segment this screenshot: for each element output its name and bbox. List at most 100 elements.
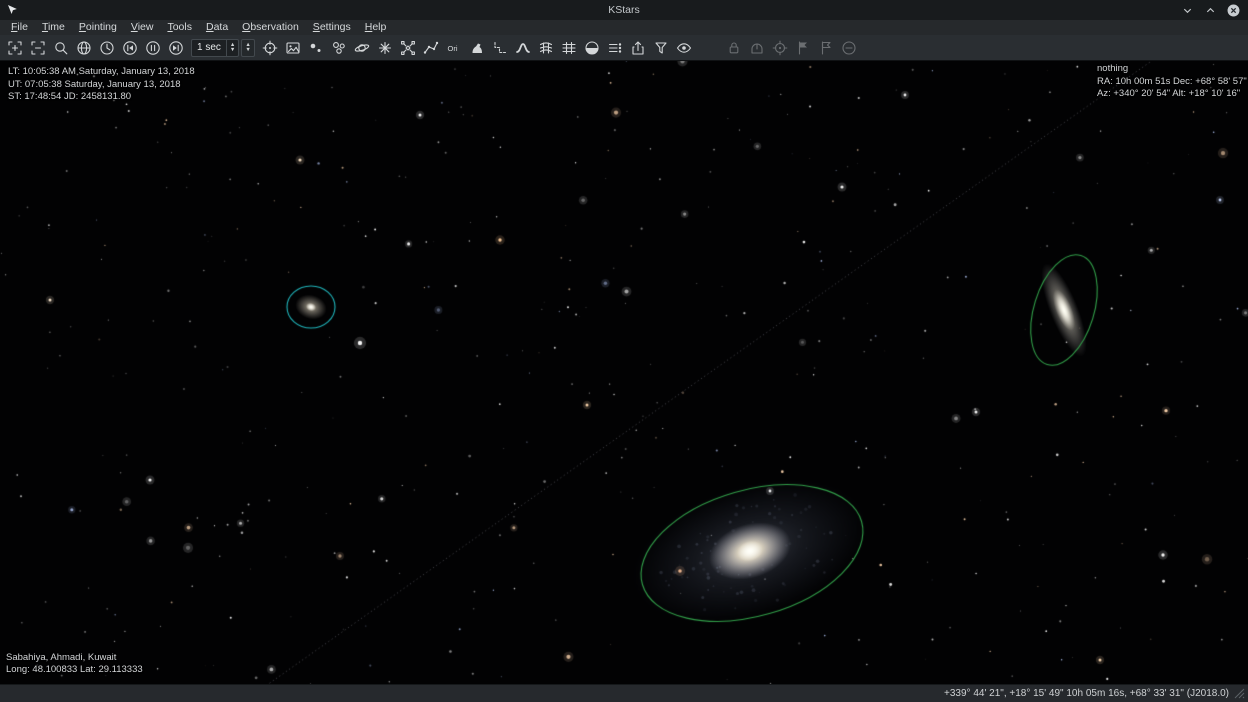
telescope-lock-button[interactable] xyxy=(723,37,745,59)
dome-icon xyxy=(749,40,765,56)
sky-map-canvas[interactable] xyxy=(0,61,1248,684)
zoom-in-icon xyxy=(7,40,23,56)
interesting-icon xyxy=(607,40,623,56)
stars-icon xyxy=(308,40,324,56)
menu-data[interactable]: Data xyxy=(199,20,235,35)
dome-control-button[interactable] xyxy=(746,37,768,59)
menu-view[interactable]: View xyxy=(124,20,161,35)
observation-planner-button[interactable] xyxy=(650,37,672,59)
timestep-unit-spin-buttons[interactable]: ▲▼ xyxy=(241,39,254,57)
minimize-button[interactable] xyxy=(1180,3,1194,17)
const-names-icon: Ori xyxy=(446,40,462,56)
menu-tools[interactable]: Tools xyxy=(160,20,199,35)
focus-object-name: nothing xyxy=(1097,63,1247,76)
toggle-stars-button[interactable] xyxy=(305,37,327,59)
hor-grid-icon xyxy=(561,40,577,56)
flag2-icon xyxy=(818,40,834,56)
toggle-constellation-lines-button[interactable] xyxy=(420,37,442,59)
maximize-button[interactable] xyxy=(1203,3,1217,17)
window-title: KStars xyxy=(0,4,1248,16)
dso-icon xyxy=(331,40,347,56)
app-icon xyxy=(6,4,18,16)
export-sky-image-button[interactable] xyxy=(627,37,649,59)
status-bar: +339° 44' 21", +18° 15' 49" 10h 05m 16s,… xyxy=(0,684,1248,702)
svg-text:Ori: Ori xyxy=(447,44,457,53)
export-icon xyxy=(630,40,646,56)
toggle-milky-way-button[interactable] xyxy=(512,37,534,59)
title-bar: KStars xyxy=(0,0,1248,20)
const-lines-icon xyxy=(423,40,439,56)
remove-flag-button[interactable] xyxy=(815,37,837,59)
toggle-solar-system-button[interactable] xyxy=(351,37,373,59)
toggle-constellation-names-button[interactable]: Ori xyxy=(443,37,465,59)
sidereal-time-text: ST: 17:48:54 JD: 2458131.80 xyxy=(8,91,195,104)
supernova-icon xyxy=(377,40,393,56)
satellite-icon xyxy=(400,40,416,56)
toggle-horizontal-grid-button[interactable] xyxy=(558,37,580,59)
toggle-clock-button[interactable] xyxy=(142,37,164,59)
menu-bar: FileTimePointingViewToolsDataObservation… xyxy=(0,20,1248,35)
timestep-value: 1 sec xyxy=(192,40,226,56)
toggle-equatorial-grid-button[interactable] xyxy=(535,37,557,59)
image-icon xyxy=(285,40,301,56)
close-button[interactable] xyxy=(1226,3,1240,17)
toggle-horizon-button[interactable] xyxy=(581,37,603,59)
planner-icon xyxy=(653,40,669,56)
whats-interesting-button[interactable] xyxy=(604,37,626,59)
time-info-box[interactable]: LT: 10:05:38 AM Saturday, January 13, 20… xyxy=(8,66,195,104)
telescope-track-button[interactable] xyxy=(769,37,791,59)
toggle-constellation-art-button[interactable] xyxy=(466,37,488,59)
horizon-icon xyxy=(584,40,600,56)
focus-info-box[interactable]: nothing RA: 10h 00m 51s Dec: +68° 58' 57… xyxy=(1097,63,1247,101)
menu-settings[interactable]: Settings xyxy=(306,20,358,35)
park-icon xyxy=(841,40,857,56)
timestep-spinbox[interactable]: 1 sec ▲▼ ▲▼ xyxy=(191,39,255,57)
focus-radec-text: RA: 10h 00m 51s Dec: +68° 58' 57" xyxy=(1097,76,1247,89)
step-fwd-icon xyxy=(168,40,184,56)
time-step-forward-button[interactable] xyxy=(165,37,187,59)
toggle-constellation-boundaries-button[interactable] xyxy=(489,37,511,59)
resize-grip[interactable] xyxy=(1234,688,1245,699)
sky-view: LT: 10:05:38 AM Saturday, January 13, 20… xyxy=(0,61,1248,684)
menu-help[interactable]: Help xyxy=(358,20,394,35)
time-step-backward-button[interactable] xyxy=(119,37,141,59)
planet-icon xyxy=(354,40,370,56)
focus-azalt-text: Az: +340° 20' 54" Alt: +18° 10' 16" xyxy=(1097,88,1247,101)
eq-grid-icon xyxy=(538,40,554,56)
menu-pointing[interactable]: Pointing xyxy=(72,20,124,35)
menu-observation[interactable]: Observation xyxy=(235,20,306,35)
find-icon xyxy=(53,40,69,56)
clock-icon xyxy=(99,40,115,56)
timestep-spin-buttons[interactable]: ▲▼ xyxy=(226,40,238,56)
universal-time-text: UT: 07:05:38 Saturday, January 13, 2018 xyxy=(8,79,195,92)
set-time-button[interactable] xyxy=(96,37,118,59)
toggle-deep-sky-objects-button[interactable] xyxy=(328,37,350,59)
download-data-button[interactable] xyxy=(73,37,95,59)
location-coords-text: Long: 48.100833 Lat: 29.113333 xyxy=(6,664,143,677)
menu-time[interactable]: Time xyxy=(35,20,72,35)
view-sky-image-button[interactable] xyxy=(282,37,304,59)
menu-file[interactable]: File xyxy=(4,20,35,35)
toggle-satellites-button[interactable] xyxy=(397,37,419,59)
const-art-icon xyxy=(469,40,485,56)
focus-object-button[interactable] xyxy=(259,37,281,59)
add-flag-button[interactable] xyxy=(792,37,814,59)
zoom-out-icon xyxy=(30,40,46,56)
eyepiece-view-button[interactable] xyxy=(673,37,695,59)
pause-icon xyxy=(145,40,161,56)
step-back-icon xyxy=(122,40,138,56)
cursor-coordinates-text: +339° 44' 21", +18° 15' 49" 10h 05m 16s,… xyxy=(944,688,1229,699)
location-name-text: Sabahiya, Ahmadi, Kuwait xyxy=(6,652,143,665)
find-object-button[interactable] xyxy=(50,37,72,59)
location-info-box[interactable]: Sabahiya, Ahmadi, Kuwait Long: 48.100833… xyxy=(6,652,143,677)
toggle-supernovae-button[interactable] xyxy=(374,37,396,59)
zoom-out-button[interactable] xyxy=(27,37,49,59)
globe-icon xyxy=(76,40,92,56)
park-telescope-button[interactable] xyxy=(838,37,860,59)
const-bounds-icon xyxy=(492,40,508,56)
main-toolbar: 1 sec ▲▼ ▲▼ Ori xyxy=(0,35,1248,61)
zoom-in-button[interactable] xyxy=(4,37,26,59)
milkyway-icon xyxy=(515,40,531,56)
lock-icon xyxy=(726,40,742,56)
local-time-text: LT: 10:05:38 AM Saturday, January 13, 20… xyxy=(8,66,195,79)
